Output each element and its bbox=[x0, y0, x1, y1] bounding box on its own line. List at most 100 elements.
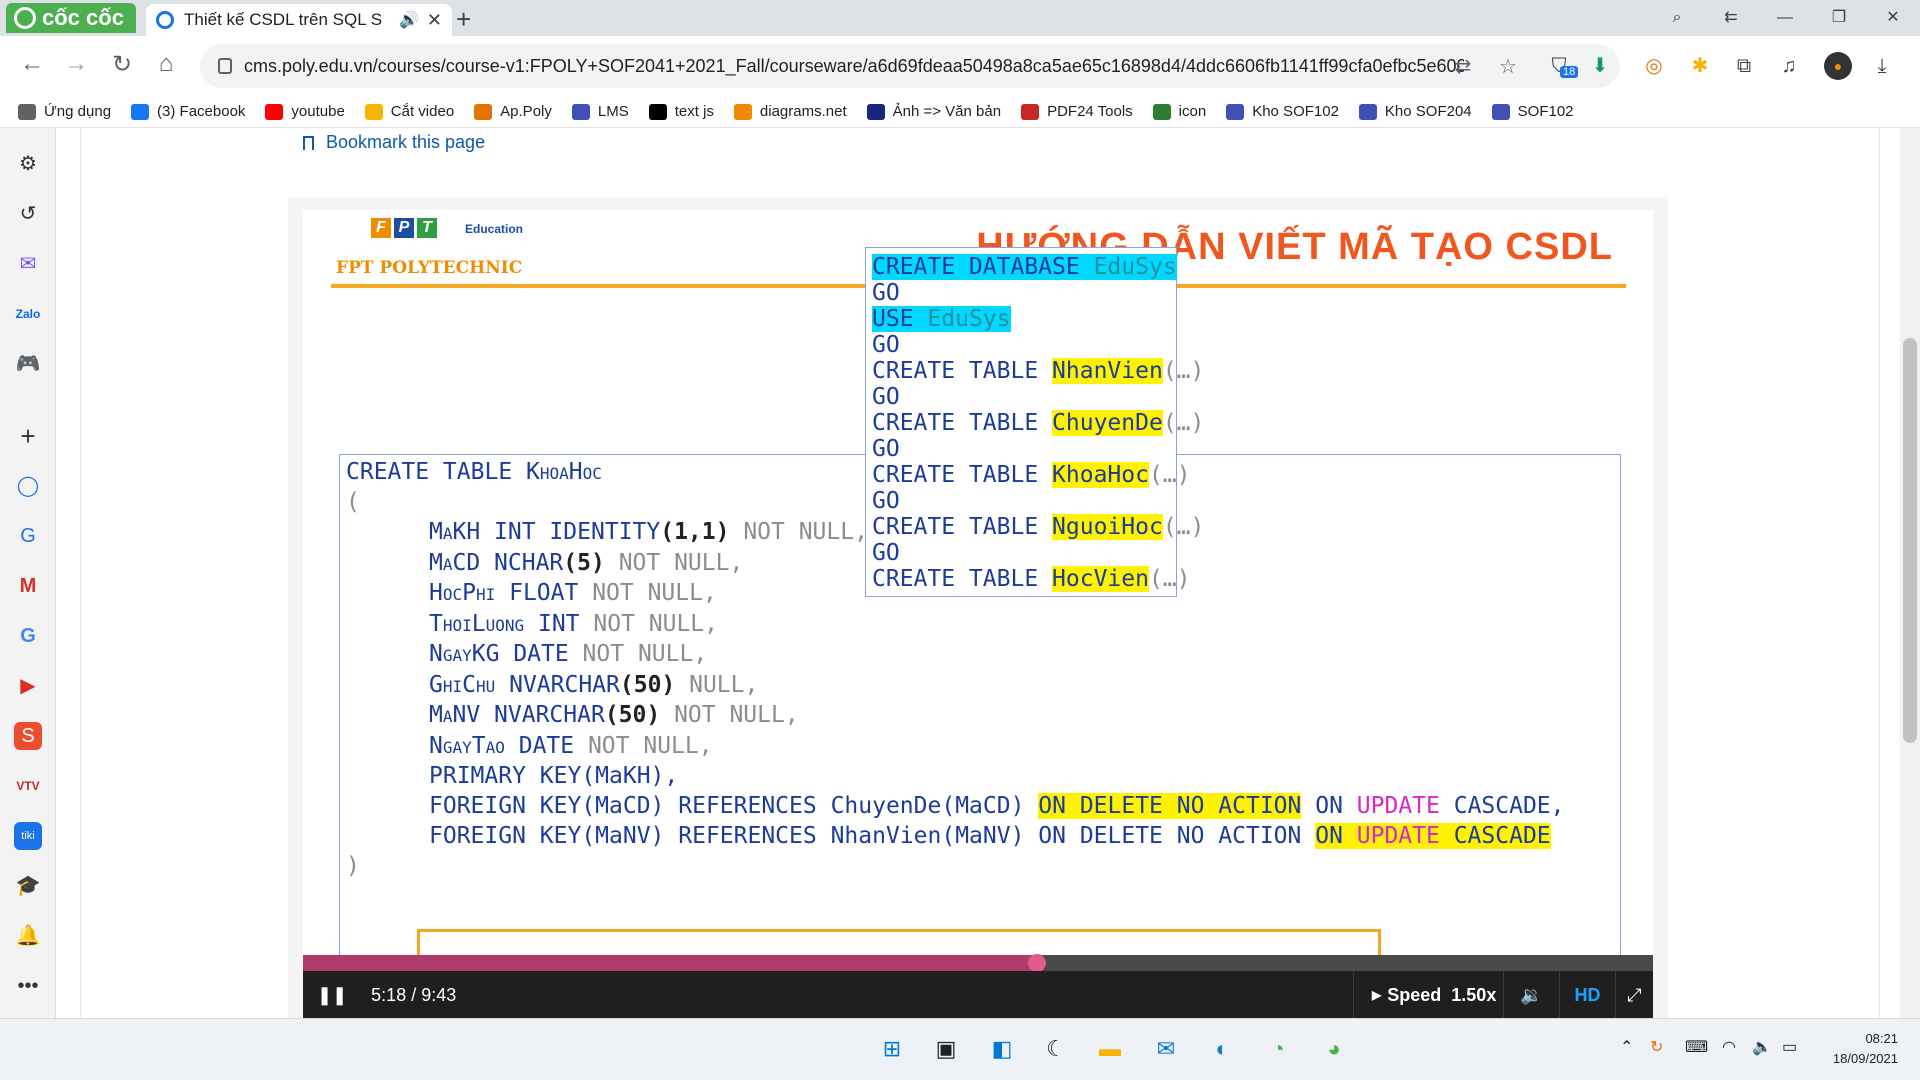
reload-icon[interactable]: ↻ bbox=[106, 50, 138, 79]
hd-button[interactable]: HD bbox=[1559, 971, 1615, 1019]
bookmark-item[interactable]: Cắt video bbox=[364, 103, 454, 120]
widgets-icon[interactable]: ◧ bbox=[986, 1033, 1018, 1065]
back-arrow-icon[interactable]: ← bbox=[16, 50, 48, 78]
translate-icon[interactable]: ⇄ bbox=[1450, 54, 1476, 80]
code-line-column: NgayKG DATE NOT NULL, bbox=[429, 641, 707, 667]
bookmark-item[interactable]: Kho SOF102 bbox=[1226, 103, 1339, 120]
coccoc-taskbar-icon[interactable]: ◔ bbox=[1262, 1033, 1294, 1065]
browser-toolbar: ← → ↻ ⌂ cms.poly.edu.vn/courses/course-v… bbox=[0, 36, 1920, 96]
add-sidebar-icon[interactable]: + bbox=[14, 422, 42, 450]
bookmark-item[interactable]: PDF24 Tools bbox=[1021, 103, 1133, 120]
edge-icon[interactable]: ◐ bbox=[1206, 1033, 1238, 1065]
youtube-icon[interactable]: ▶ bbox=[14, 672, 42, 700]
bookmark-item[interactable]: diagrams.net bbox=[733, 103, 847, 120]
google-icon[interactable]: G bbox=[14, 622, 42, 650]
code-keyword: CREATE TABLE bbox=[872, 566, 1039, 592]
chevron-up-icon[interactable]: ⌃ bbox=[1620, 1037, 1633, 1057]
fullscreen-icon[interactable]: ⤢ bbox=[1615, 971, 1653, 1019]
history-icon[interactable]: ↺ bbox=[14, 200, 42, 228]
settings-gear-icon[interactable]: ⚙ bbox=[14, 150, 42, 178]
bookmark-page-link[interactable]: Bookmark this page bbox=[303, 132, 485, 153]
bookmark-item[interactable]: Ap.Poly bbox=[474, 103, 552, 120]
download-arrow-icon[interactable]: ⬇ bbox=[1586, 52, 1614, 80]
new-tab-button[interactable]: + bbox=[456, 4, 471, 35]
mail-icon[interactable]: ✉ bbox=[1150, 1033, 1182, 1065]
coccoc-active-icon[interactable]: ◕ bbox=[1318, 1033, 1350, 1065]
column-type: NVARCHAR bbox=[509, 671, 620, 698]
diagrams-icon bbox=[733, 103, 752, 120]
speaker-icon[interactable]: 🔊 bbox=[399, 10, 419, 30]
coccoc-brand-button[interactable]: cốc cốc bbox=[6, 3, 136, 33]
circle-o-icon[interactable]: ◯ bbox=[14, 472, 42, 500]
speed-button[interactable]: ▶ Speed 1.50x bbox=[1353, 971, 1505, 1019]
zalo-icon[interactable]: Zalo bbox=[14, 300, 42, 328]
db-name: EduSys bbox=[913, 306, 1011, 332]
fk2-cascade: CASCADE bbox=[1439, 823, 1551, 849]
bookmark-item[interactable]: youtube bbox=[265, 103, 345, 120]
code-line-column: ThoiLuong INT NOT NULL, bbox=[429, 611, 718, 637]
close-window-icon[interactable]: ✕ bbox=[1866, 0, 1920, 36]
sync-icon[interactable]: ↻ bbox=[1650, 1037, 1663, 1057]
moon-app-icon[interactable]: ☾ bbox=[1040, 1033, 1072, 1065]
vtv-icon[interactable]: VTV bbox=[14, 772, 42, 800]
tab-close-icon[interactable]: ✕ bbox=[427, 10, 442, 31]
messenger-icon[interactable]: ✉ bbox=[14, 250, 42, 278]
tab-title: Thiết kế CSDL trên SQL S bbox=[184, 10, 383, 29]
code-line-create-table: CREATE TABLE ChuyenDe(…) bbox=[872, 410, 1204, 436]
active-tab[interactable]: Thiết kế CSDL trên SQL S 🔊 ✕ bbox=[146, 4, 452, 36]
bookmark-label: diagrams.net bbox=[759, 103, 847, 120]
code-line-fk2: FOREIGN KEY(MaNV) REFERENCES NhanVien(Ma… bbox=[429, 823, 1551, 849]
downloads-icon[interactable]: ⤓ bbox=[1868, 52, 1896, 80]
task-view-icon[interactable]: ▣ bbox=[930, 1033, 962, 1065]
bookmark-item[interactable]: (3) Facebook bbox=[131, 103, 245, 120]
column-type: INT bbox=[537, 610, 580, 637]
volume-icon[interactable]: 🔉 bbox=[1503, 971, 1559, 1019]
music-list-icon[interactable]: ♫ bbox=[1775, 52, 1803, 80]
volume-tray-icon[interactable]: 🔈 bbox=[1752, 1037, 1772, 1057]
lock-icon[interactable] bbox=[218, 58, 232, 74]
bookmark-item[interactable]: SOF102 bbox=[1491, 103, 1574, 120]
speed-label: Speed bbox=[1387, 984, 1442, 1005]
bookmark-item[interactable]: Ứng dụng bbox=[18, 103, 111, 120]
video-progress-bar[interactable] bbox=[303, 954, 1653, 972]
wifi-icon[interactable]: ◠ bbox=[1722, 1037, 1736, 1057]
bell-icon[interactable]: 🔔 bbox=[14, 922, 42, 950]
page-scrollbar[interactable] bbox=[1900, 128, 1920, 1018]
pause-icon[interactable]: ❚❚ bbox=[317, 985, 347, 1006]
tiki-icon[interactable]: tiki bbox=[14, 822, 42, 850]
profile-avatar[interactable]: ● bbox=[1824, 52, 1852, 80]
graduation-cap-icon[interactable]: 🎓 bbox=[14, 872, 42, 900]
scrollbar-thumb[interactable] bbox=[1903, 338, 1917, 743]
minimize-icon[interactable]: — bbox=[1758, 0, 1812, 36]
file-explorer-icon[interactable]: ▬ bbox=[1094, 1033, 1126, 1065]
address-bar[interactable]: cms.poly.edu.vn/courses/course-v1:FPOLY+… bbox=[200, 44, 1620, 88]
back-tabs-icon[interactable]: ⇇ bbox=[1704, 0, 1758, 36]
gamepad-icon[interactable]: 🎮 bbox=[14, 350, 42, 378]
use-keyword: USE bbox=[872, 306, 914, 332]
bookmark-item[interactable]: LMS bbox=[571, 103, 629, 120]
color-picker-icon[interactable]: ✱ bbox=[1686, 52, 1714, 80]
home-icon[interactable]: ⌂ bbox=[150, 50, 182, 78]
system-clock[interactable]: 08:21 18/09/2021 bbox=[1833, 1029, 1898, 1069]
code-line: CREATE TABLE KhoaHoc bbox=[346, 459, 602, 485]
progress-scrubber[interactable] bbox=[1027, 954, 1046, 972]
bookmark-item[interactable]: text js bbox=[648, 103, 714, 120]
star-icon[interactable]: ☆ bbox=[1495, 54, 1521, 80]
shopee-icon[interactable]: S bbox=[14, 722, 42, 750]
start-windows-icon[interactable]: ⊞ bbox=[876, 1033, 908, 1065]
battery-icon[interactable]: ▭ bbox=[1782, 1037, 1797, 1057]
speed-value: 1.50x bbox=[1451, 984, 1497, 1005]
puzzle-icon[interactable]: ⧉ bbox=[1730, 52, 1758, 80]
bookmark-item[interactable]: icon bbox=[1152, 103, 1206, 120]
bookmark-item[interactable]: Kho SOF204 bbox=[1358, 103, 1472, 120]
video-slide[interactable]: F P T Education FPT POLYTECHNIC HƯỚNG DẪ… bbox=[303, 210, 1653, 955]
chrome-like-extension-icon[interactable]: ◎ bbox=[1640, 52, 1668, 80]
google-translate-icon[interactable]: G bbox=[14, 522, 42, 550]
tab-search-icon[interactable]: ⌕ bbox=[1650, 0, 1704, 36]
gmail-icon[interactable]: M bbox=[14, 572, 42, 600]
bookmark-item[interactable]: Ảnh => Văn bản bbox=[866, 103, 1001, 120]
keyboard-icon[interactable]: ⌨ bbox=[1685, 1037, 1708, 1057]
restore-icon[interactable]: ❐ bbox=[1812, 0, 1866, 36]
forward-arrow-icon[interactable]: → bbox=[60, 50, 92, 78]
more-dots-icon[interactable]: ••• bbox=[14, 972, 42, 1000]
